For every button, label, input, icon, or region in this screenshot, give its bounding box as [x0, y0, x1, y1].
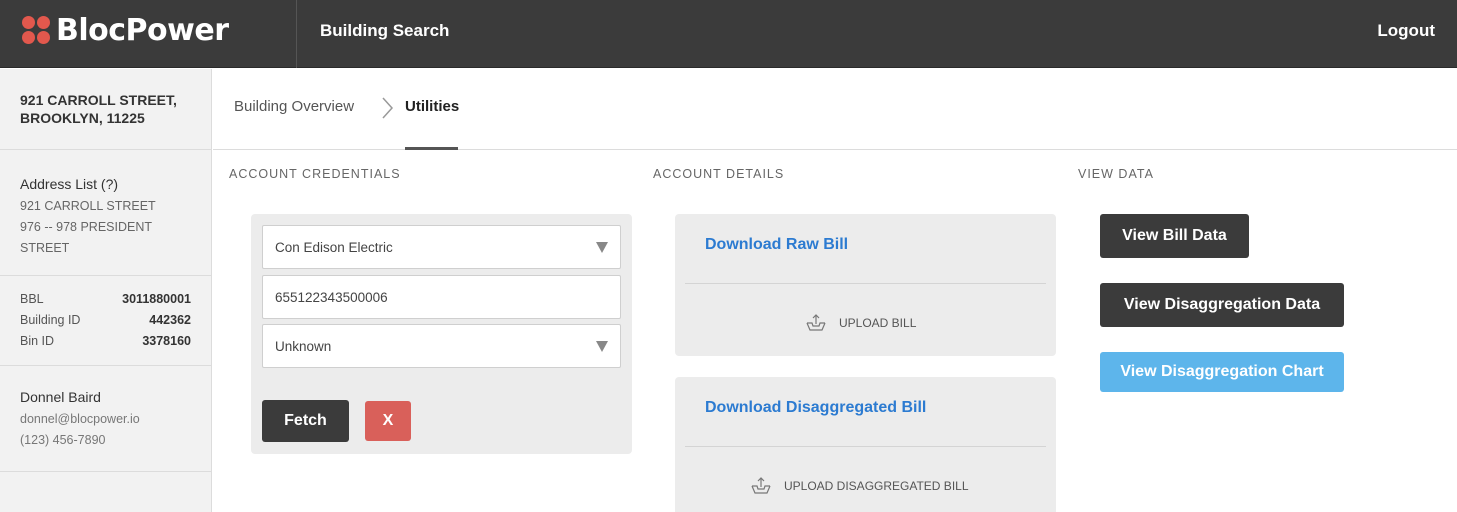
- contact-email[interactable]: donnel@blocpower.io: [20, 409, 191, 430]
- upload-disaggregated-bill-button[interactable]: UPLOAD DISAGGREGATED BILL: [750, 476, 969, 496]
- download-disaggregated-bill-link[interactable]: Download Disaggregated Bill: [705, 399, 926, 417]
- upload-icon: [806, 314, 826, 331]
- utility-select-value: Con Edison Electric: [275, 239, 393, 255]
- card-divider: [685, 283, 1046, 284]
- account-credentials-heading: ACCOUNT CREDENTIALS: [229, 167, 401, 181]
- disaggregated-bill-card: Download Disaggregated Bill UPLOAD DISAG…: [675, 377, 1056, 512]
- contact-phone: (123) 456-7890: [20, 433, 106, 447]
- bin-id-label: Bin ID: [20, 334, 55, 348]
- building-id-row: Building ID 442362: [20, 310, 191, 331]
- building-search-link[interactable]: Building Search: [320, 21, 449, 41]
- top-navbar: BlocPower Building Search Logout: [0, 0, 1457, 68]
- building-id-value: 442362: [149, 313, 191, 327]
- status-select-value: Unknown: [275, 338, 332, 354]
- account-number-input[interactable]: 655122343500006: [262, 275, 621, 319]
- logo-dots-icon: [22, 16, 50, 44]
- building-sidebar: 921 CARROLL STREET, BROOKLYN, 11225 Addr…: [0, 69, 212, 512]
- download-raw-bill-link[interactable]: Download Raw Bill: [705, 236, 848, 254]
- view-data-heading: VIEW DATA: [1078, 167, 1154, 181]
- brand-logo[interactable]: BlocPower: [22, 10, 229, 50]
- bin-id-value: 3378160: [142, 334, 191, 348]
- upload-disaggregated-bill-label: UPLOAD DISAGGREGATED BILL: [784, 479, 969, 493]
- bin-id-row: Bin ID 3378160: [20, 331, 191, 352]
- address-list-item: 921 CARROLL STREET: [20, 199, 156, 213]
- view-disaggregation-chart-button[interactable]: View Disaggregation Chart: [1100, 352, 1344, 392]
- chevron-right-icon: [382, 97, 394, 119]
- fetch-button[interactable]: Fetch: [262, 400, 349, 442]
- upload-icon: [751, 477, 771, 494]
- bbl-value: 3011880001: [122, 292, 191, 306]
- breadcrumb-utilities[interactable]: Utilities: [405, 98, 459, 115]
- account-number-value: 655122343500006: [275, 289, 388, 305]
- breadcrumb: Building Overview Utilities: [213, 69, 1457, 150]
- active-tab-indicator: [405, 147, 458, 150]
- address-list: Address List (?) 921 CARROLL STREET 976 …: [0, 150, 211, 276]
- upload-bill-label: UPLOAD BILL: [839, 316, 917, 330]
- caret-down-icon: [596, 340, 608, 352]
- caret-down-icon: [596, 241, 608, 253]
- upload-bill-button[interactable]: UPLOAD BILL: [805, 313, 916, 333]
- card-divider: [685, 446, 1046, 447]
- building-id-label: Building ID: [20, 313, 81, 327]
- breadcrumb-building-overview[interactable]: Building Overview: [234, 98, 354, 115]
- bbl-label: BBL: [20, 292, 44, 306]
- logout-link[interactable]: Logout: [1377, 21, 1435, 41]
- raw-bill-card: Download Raw Bill UPLOAD BILL: [675, 214, 1056, 356]
- view-bill-data-button[interactable]: View Bill Data: [1100, 214, 1249, 258]
- view-disaggregation-data-button[interactable]: View Disaggregation Data: [1100, 283, 1344, 327]
- credentials-panel: Con Edison Electric 655122343500006 Unkn…: [251, 214, 632, 454]
- clear-button[interactable]: X: [365, 401, 411, 441]
- contact-name: Donnel Baird: [20, 389, 101, 405]
- bbl-row: BBL 3011880001: [20, 289, 191, 310]
- navbar-divider: [296, 0, 297, 68]
- account-details-heading: ACCOUNT DETAILS: [653, 167, 785, 181]
- address-list-title[interactable]: Address List (?): [20, 176, 191, 192]
- address-list-item: 976 -- 978 PRESIDENT STREET: [20, 220, 152, 255]
- contact-info: Donnel Baird donnel@blocpower.io (123) 4…: [0, 366, 211, 472]
- status-select[interactable]: Unknown: [262, 324, 621, 368]
- brand-name: BlocPower: [56, 12, 229, 48]
- utility-select[interactable]: Con Edison Electric: [262, 225, 621, 269]
- building-ids: BBL 3011880001 Building ID 442362 Bin ID…: [0, 276, 211, 366]
- sidebar-address: 921 CARROLL STREET, BROOKLYN, 11225: [0, 69, 211, 150]
